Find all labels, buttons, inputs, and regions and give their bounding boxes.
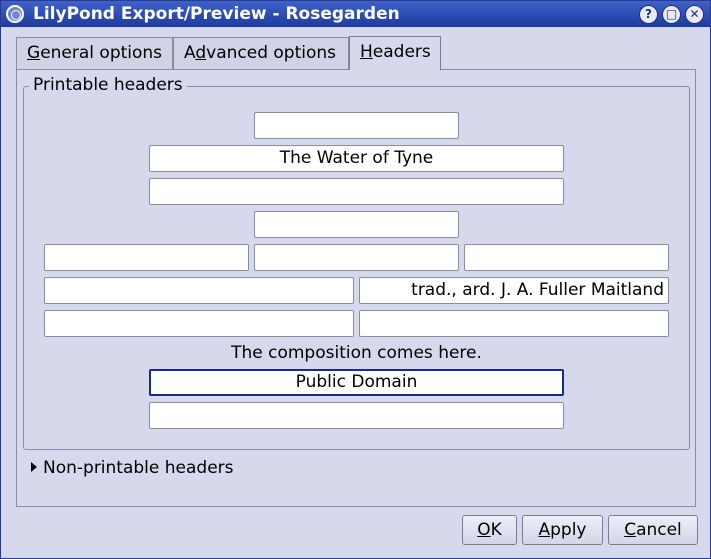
subsubtitle-field[interactable] xyxy=(254,211,459,238)
tab-label: vanced options xyxy=(206,43,337,63)
meter-field[interactable] xyxy=(44,277,354,304)
composition-placeholder-text: The composition comes here. xyxy=(231,343,482,363)
tab-mnemonic: H xyxy=(360,42,373,62)
tab-mnemonic: d xyxy=(195,43,207,63)
tab-general-options[interactable]: General options xyxy=(16,37,173,69)
tagline-field[interactable] xyxy=(149,402,564,429)
tab-label: eneral options xyxy=(40,43,163,63)
arranger-field[interactable] xyxy=(359,310,669,337)
button-label: ancel xyxy=(636,520,682,540)
button-mnemonic: C xyxy=(624,520,637,540)
button-mnemonic: O xyxy=(477,520,491,540)
app-icon[interactable] xyxy=(6,5,24,23)
tab-headers[interactable]: Headers xyxy=(349,36,441,70)
copyright-field[interactable]: Public Domain xyxy=(149,369,564,396)
poet-field[interactable] xyxy=(44,244,249,271)
button-label: K xyxy=(490,520,502,540)
maximize-icon[interactable]: □ xyxy=(662,5,681,24)
expand-arrow-icon xyxy=(31,462,37,472)
tab-mnemonic: G xyxy=(27,43,41,63)
ok-button[interactable]: OK xyxy=(462,515,517,545)
composer-top-field[interactable] xyxy=(464,244,669,271)
opus-field[interactable] xyxy=(44,310,354,337)
close-icon[interactable]: ✕ xyxy=(685,5,704,24)
window-title: LilyPond Export/Preview - Rosegarden xyxy=(33,4,400,24)
tab-label: eaders xyxy=(372,42,431,62)
subtitle-field[interactable] xyxy=(149,178,564,205)
dedication-field[interactable] xyxy=(254,112,459,139)
dialog-window: LilyPond Export/Preview - Rosegarden ? □… xyxy=(0,0,711,559)
button-label: pply xyxy=(550,520,587,540)
cancel-button[interactable]: Cancel xyxy=(608,515,698,545)
tab-advanced-options[interactable]: Advanced options xyxy=(173,37,349,69)
instrument-field[interactable] xyxy=(254,244,459,271)
title-field[interactable]: The Water of Tyne xyxy=(149,145,564,172)
non-printable-headers-expander[interactable]: Non-printable headers xyxy=(31,458,234,478)
help-icon[interactable]: ? xyxy=(639,5,658,24)
apply-button[interactable]: Apply xyxy=(522,515,603,545)
composer-field[interactable]: trad., ard. J. A. Fuller Maitland xyxy=(359,277,669,304)
printable-headers-label: Printable headers xyxy=(29,75,187,95)
button-mnemonic: A xyxy=(538,520,551,540)
title-bar[interactable]: LilyPond Export/Preview - Rosegarden ? □… xyxy=(1,1,710,27)
tab-label: A xyxy=(184,43,196,63)
non-printable-headers-label: Non-printable headers xyxy=(43,458,234,478)
